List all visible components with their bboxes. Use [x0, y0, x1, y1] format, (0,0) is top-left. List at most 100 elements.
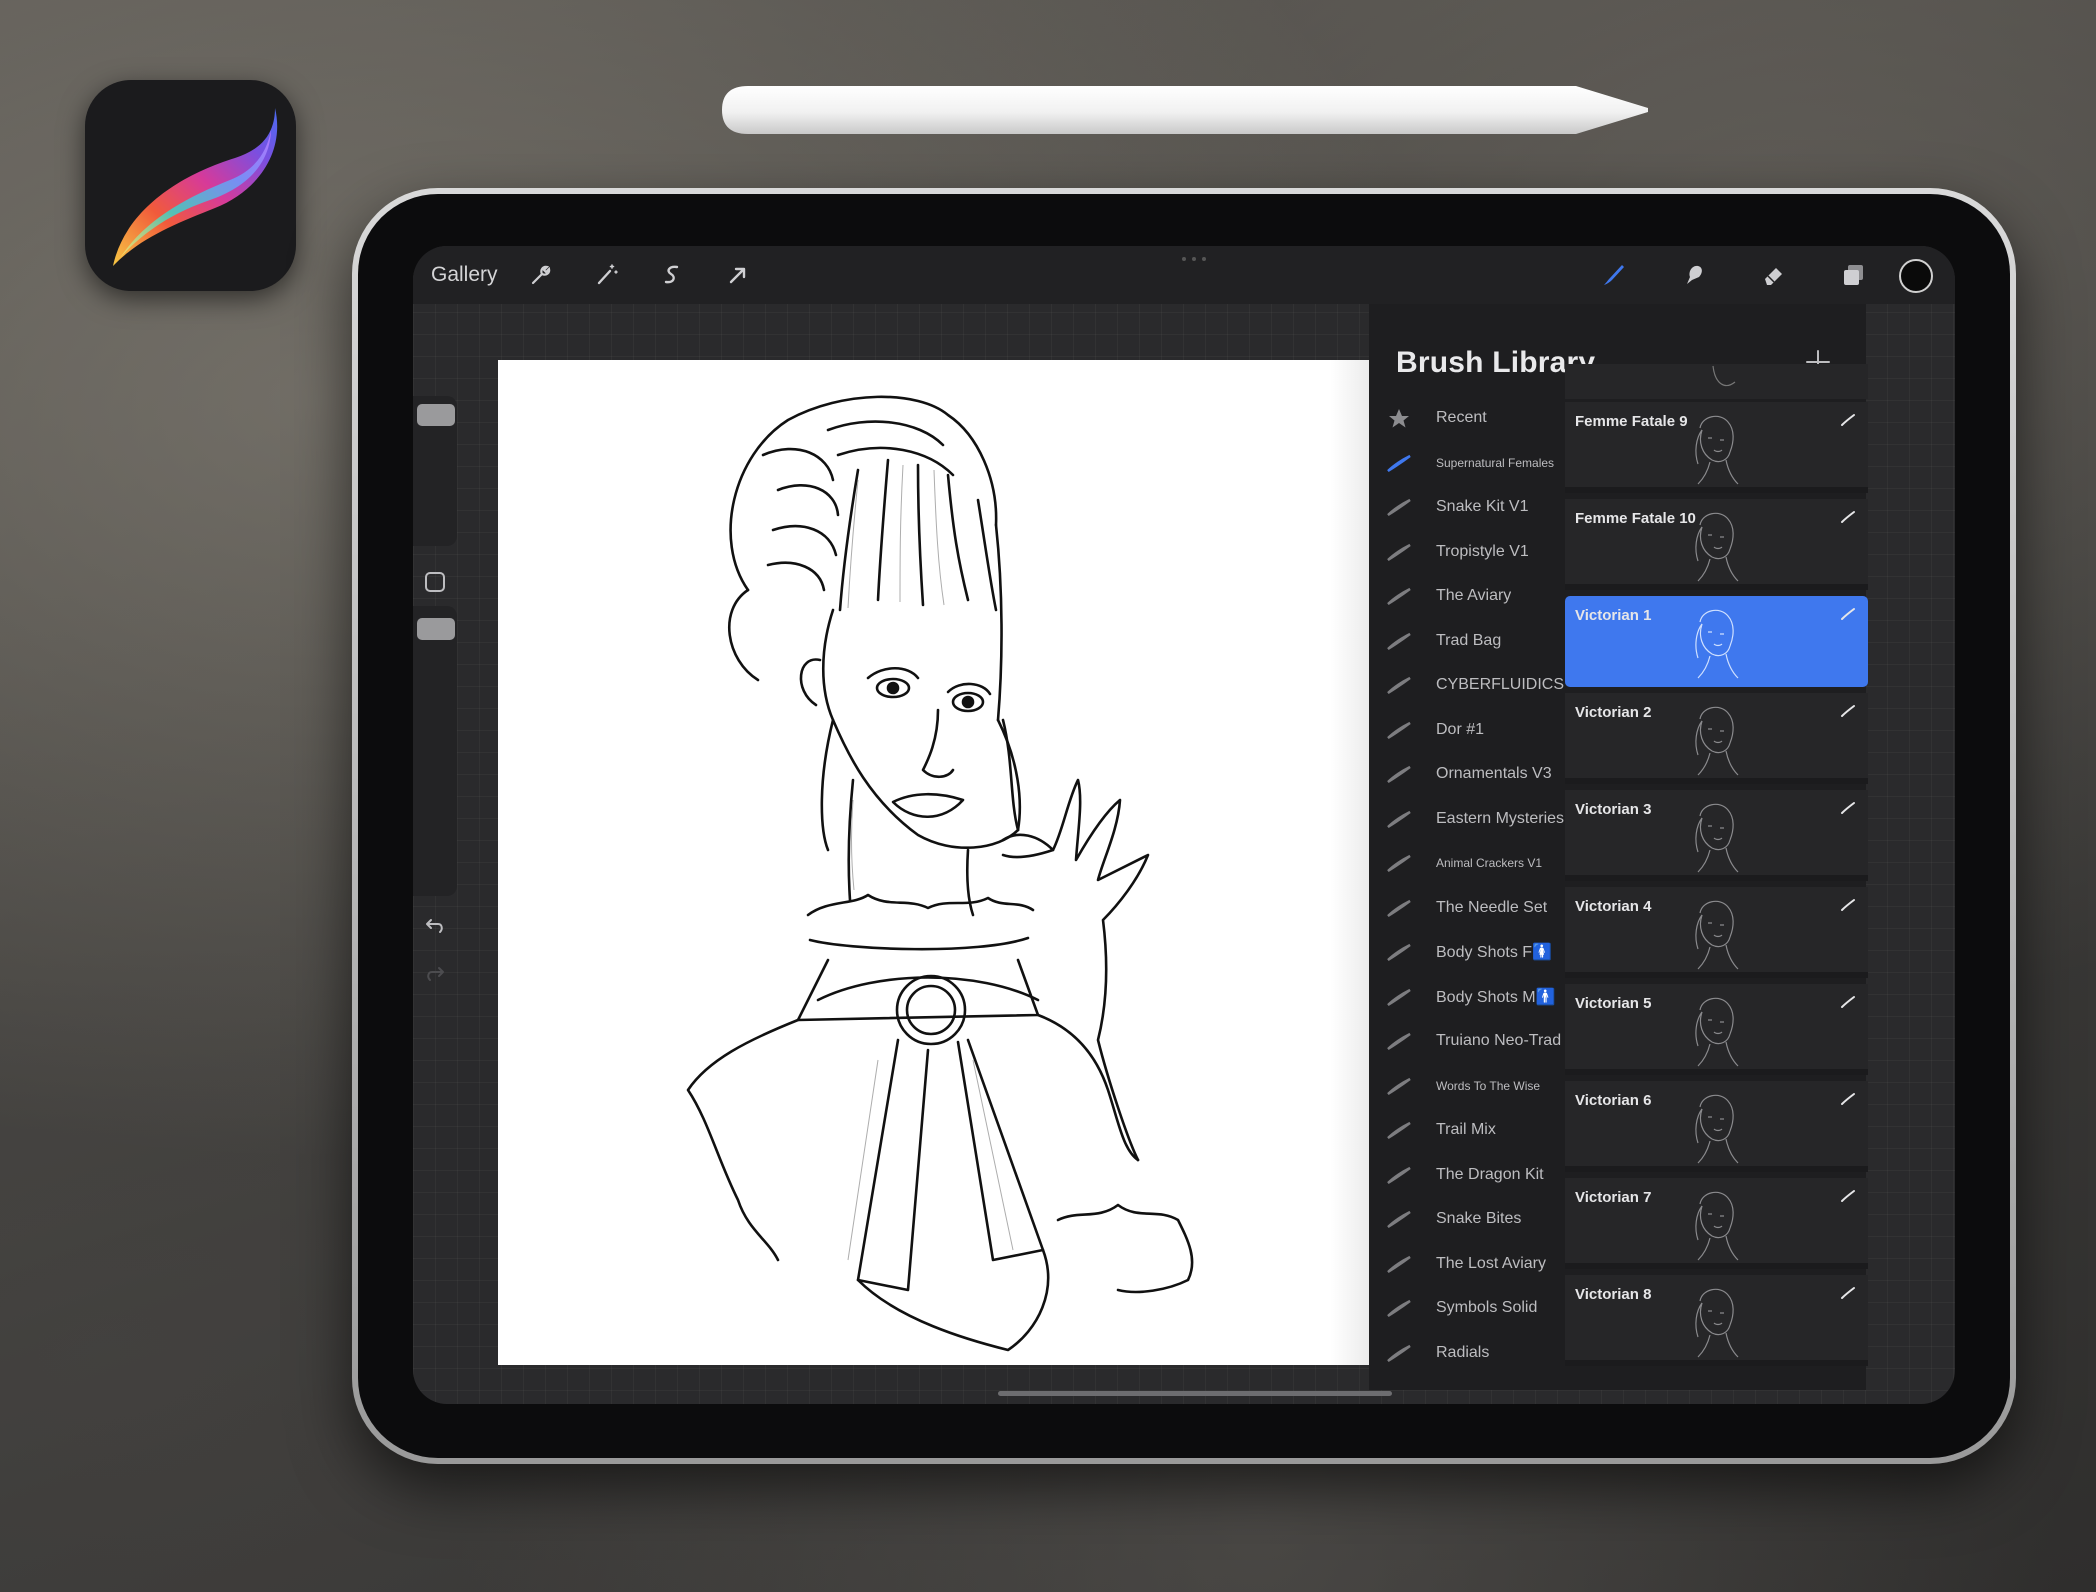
brush-set-label: Tropistyle V1: [1436, 542, 1529, 560]
victorian-woman-line-art: [686, 395, 1194, 1352]
brush-set-item[interactable]: Body Shots F🚺: [1369, 930, 1565, 975]
opacity-thumb[interactable]: [417, 618, 455, 640]
brush-preview-portrait: [1680, 1087, 1746, 1167]
brush-item[interactable]: Victorian 1: [1565, 596, 1868, 687]
modify-button[interactable]: [423, 570, 447, 594]
drag-handle-icon[interactable]: [1181, 256, 1207, 262]
brush-name: Victorian 5: [1575, 995, 1652, 1012]
brush-set-label: CYBERFLUIDICS II: [1436, 676, 1568, 694]
brush-set-item[interactable]: CYBERFLUIDICS II: [1369, 663, 1568, 708]
brush-stroke-icon: [1386, 1165, 1412, 1185]
brush-stroke-icon: [1386, 942, 1412, 962]
brush-name: Femme Fatale 10: [1575, 510, 1696, 527]
brush-set-label: Recent: [1436, 409, 1487, 427]
brush-stroke-icon: [1386, 898, 1412, 918]
brush-item[interactable]: Victorian 8: [1565, 1275, 1868, 1366]
brush-stroke-icon: [1840, 606, 1856, 622]
brush-set-label: Radials: [1436, 1343, 1490, 1361]
brush-set-item[interactable]: Snake Kit V1: [1369, 485, 1565, 530]
brush-set-label: Ornamentals V3: [1436, 765, 1552, 783]
brush-set-label: Trad Bag: [1436, 631, 1502, 649]
brush-stroke-icon: [1386, 1120, 1412, 1140]
brush-stroke-icon: [1386, 675, 1412, 695]
brush-stroke-icon: [1840, 800, 1856, 816]
brush-set-label: Words To The Wise: [1436, 1078, 1541, 1093]
brush-stroke-icon: [1386, 1298, 1412, 1318]
brush-item[interactable]: Victorian 3: [1565, 790, 1868, 881]
brush-set-label: Trail Mix: [1436, 1121, 1496, 1139]
brush-size-slider[interactable]: [413, 396, 457, 546]
brush-stroke-icon: [1386, 1254, 1412, 1274]
brush-set-item[interactable]: Trad Bag: [1369, 619, 1565, 664]
brush-set-item[interactable]: The Aviary: [1369, 574, 1565, 619]
brush-item[interactable]: Victorian 7: [1565, 1178, 1868, 1269]
color-picker-swatch[interactable]: [1899, 259, 1933, 293]
brush-stroke-icon: [1840, 1091, 1856, 1107]
home-indicator[interactable]: [998, 1391, 1392, 1396]
brush-preview-peek: [1565, 364, 1868, 399]
transform-arrow-icon[interactable]: [721, 258, 755, 292]
wrench-icon[interactable]: [523, 258, 557, 292]
brush-set-item[interactable]: Dor #1: [1369, 708, 1565, 753]
brush-item[interactable]: Victorian 4: [1565, 887, 1868, 978]
brush-preview-portrait: [1680, 408, 1746, 488]
brush-set-item[interactable]: Snake Bites: [1369, 1197, 1565, 1242]
brush-set-label: The Lost Aviary: [1436, 1254, 1546, 1272]
opacity-slider[interactable]: [413, 606, 457, 896]
brush-name: Victorian 6: [1575, 1092, 1652, 1109]
procreate-app-icon: [85, 80, 296, 291]
gallery-button[interactable]: Gallery: [431, 260, 498, 290]
brush-item[interactable]: Victorian 6: [1565, 1081, 1868, 1172]
brush-icon[interactable]: [1596, 258, 1630, 292]
brush-name: Femme Fatale 9: [1575, 413, 1688, 430]
brush-stroke-icon: [1386, 586, 1412, 606]
brush-set-label: Body Shots F🚺: [1436, 944, 1552, 962]
brush-stroke-icon: [1386, 1343, 1412, 1363]
selection-icon[interactable]: [655, 258, 689, 292]
smudge-icon[interactable]: [1676, 258, 1710, 292]
brush-set-item[interactable]: Truiano Neo-Trad: [1369, 1019, 1565, 1064]
brush-item[interactable]: Victorian 5: [1565, 984, 1868, 1075]
brush-set-label: Dor #1: [1436, 720, 1485, 738]
redo-icon[interactable]: [423, 962, 447, 986]
brush-stroke-icon: [1386, 1031, 1412, 1051]
undo-icon[interactable]: [423, 914, 447, 938]
brush-item[interactable]: Femme Fatale 9: [1565, 402, 1868, 493]
brush-stroke-icon: [1386, 453, 1412, 473]
brush-stroke-icon: [1386, 987, 1412, 1007]
brush-set-item[interactable]: The Lost Aviary: [1369, 1242, 1565, 1287]
brush-set-item[interactable]: Symbols Solid: [1369, 1286, 1565, 1331]
brush-set-item[interactable]: The Needle Set: [1369, 886, 1565, 931]
brush-stroke-icon: [1386, 542, 1412, 562]
top-toolbar: Gallery: [413, 246, 1955, 304]
magic-wand-icon[interactable]: [589, 258, 623, 292]
drawing-canvas[interactable]: [498, 360, 1370, 1365]
brush-set-item[interactable]: Ornamentals V3: [1369, 752, 1565, 797]
brush-set-item[interactable]: Radials: [1369, 1331, 1565, 1376]
brush-preview-portrait: [1680, 796, 1746, 876]
brush-name: Victorian 7: [1575, 1189, 1652, 1206]
brush-set-item[interactable]: Words To The Wise: [1369, 1064, 1565, 1109]
brush-set-item[interactable]: The Dragon Kit: [1369, 1153, 1565, 1198]
brush-set-item[interactable]: Supernatural Females: [1369, 441, 1565, 486]
layers-icon[interactable]: [1836, 258, 1870, 292]
brush-preview-portrait: [1680, 990, 1746, 1070]
procreate-screen: Gallery Brush Library Recent Supernatura…: [413, 246, 1955, 1404]
brush-set-item[interactable]: Recent: [1369, 396, 1565, 441]
brush-stroke-icon: [1386, 497, 1412, 517]
brush-set-label: Supernatural Females: [1436, 455, 1555, 470]
brush-stroke-icon: [1386, 1209, 1412, 1229]
brush-set-item[interactable]: Trail Mix: [1369, 1108, 1565, 1153]
brush-stroke-icon: [1840, 1285, 1856, 1301]
brush-set-item[interactable]: Body Shots M🚹: [1369, 975, 1565, 1020]
brush-set-label: Truiano Neo-Trad: [1436, 1032, 1562, 1050]
brush-set-item[interactable]: Eastern Mysteries: [1369, 797, 1565, 842]
brush-set-item[interactable]: Animal Crackers V1: [1369, 841, 1565, 886]
brush-set-item[interactable]: Tropistyle V1: [1369, 530, 1565, 575]
brush-stroke-icon: [1386, 764, 1412, 784]
brush-size-thumb[interactable]: [417, 404, 455, 426]
eraser-icon[interactable]: [1756, 258, 1790, 292]
brush-item[interactable]: Femme Fatale 10: [1565, 499, 1868, 590]
brush-name: Victorian 8: [1575, 1286, 1652, 1303]
brush-item[interactable]: Victorian 2: [1565, 693, 1868, 784]
